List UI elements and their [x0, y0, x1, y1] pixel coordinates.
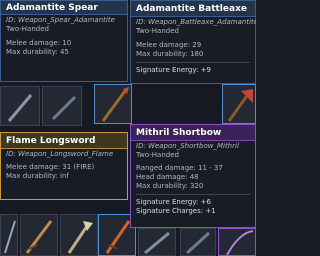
item-hands: Two-Handed [136, 151, 179, 159]
item-id: ID: Weapon_Spear_Adamantite [6, 16, 115, 24]
shortbow-icon [226, 230, 254, 255]
spear-icon [101, 87, 129, 122]
tooltip-title: Adamantite Spear [1, 1, 127, 15]
stat-max-durability: Max durability: 320 [136, 182, 204, 190]
tooltip-flame-longsword: Flame Longsword ID: Weapon_Longsword_Fla… [0, 132, 128, 200]
item-slot[interactable] [180, 228, 216, 256]
weapon-icon [25, 220, 53, 254]
tooltip-title: Mithril Shortbow [131, 125, 255, 141]
stat-signature-energy: Signature Energy: +6 [136, 198, 211, 206]
stat-melee-damage: Melee damage: 10 [6, 39, 72, 47]
stat-head-damage: Head damage: 48 [136, 173, 199, 181]
item-slot[interactable] [42, 86, 82, 126]
weapon-icon [144, 231, 170, 255]
inventory-scene: Adamantite Spear ID: Weapon_Spear_Adaman… [0, 0, 256, 256]
tooltip-title: Flame Longsword [1, 133, 127, 149]
item-slot[interactable] [60, 214, 98, 256]
tooltip-mithril-shortbow: Mithril Shortbow ID: Weapon_Shortbow_Mit… [130, 124, 256, 228]
stat-signature-energy: Signature Energy: +9 [136, 66, 211, 74]
stat-signature-charges: Signature Charges: +1 [136, 207, 216, 215]
stat-max-durability: Max durability: inf [6, 172, 69, 180]
item-id: ID: Weapon_Longsword_Flame [6, 150, 114, 158]
item-hands: Two-Handed [6, 25, 49, 33]
item-id: ID: Weapon_Battleaxe_Adamantite [136, 18, 256, 26]
item-slot-shortbow[interactable] [218, 228, 256, 256]
weapon-icon [51, 95, 77, 121]
weapon-icon [67, 221, 93, 254]
weapon-icon [4, 220, 16, 254]
item-slot[interactable] [0, 214, 18, 256]
item-slot-battleaxe[interactable] [222, 84, 256, 124]
item-hands: Two-Handed [136, 27, 179, 35]
battleaxe-icon [227, 89, 253, 122]
item-id: ID: Weapon_Shortbow_Mithril [136, 142, 239, 150]
tooltip-adamantite-spear: Adamantite Spear ID: Weapon_Spear_Adaman… [0, 0, 128, 82]
tooltip-adamantite-battleaxe: Adamantite Battleaxe ID: Weapon_Battleax… [130, 0, 256, 84]
weapon-icon [185, 231, 211, 255]
stat-max-durability: Max durability: 45 [6, 48, 69, 56]
tooltip-title: Adamantite Battleaxe [131, 1, 255, 17]
item-slot-spear[interactable] [94, 84, 132, 124]
stat-max-durability: Max durability: 180 [136, 50, 204, 58]
item-slot[interactable] [20, 214, 58, 256]
stat-ranged-damage: Ranged damage: 11 - 37 [136, 164, 223, 172]
item-slot[interactable] [0, 86, 40, 126]
item-slot[interactable] [138, 228, 176, 256]
weapon-icon [7, 94, 33, 122]
stat-melee-damage: Melee damage: 29 [136, 41, 202, 49]
stat-melee-damage: Melee damage: 31 (FIRE) [6, 163, 95, 171]
